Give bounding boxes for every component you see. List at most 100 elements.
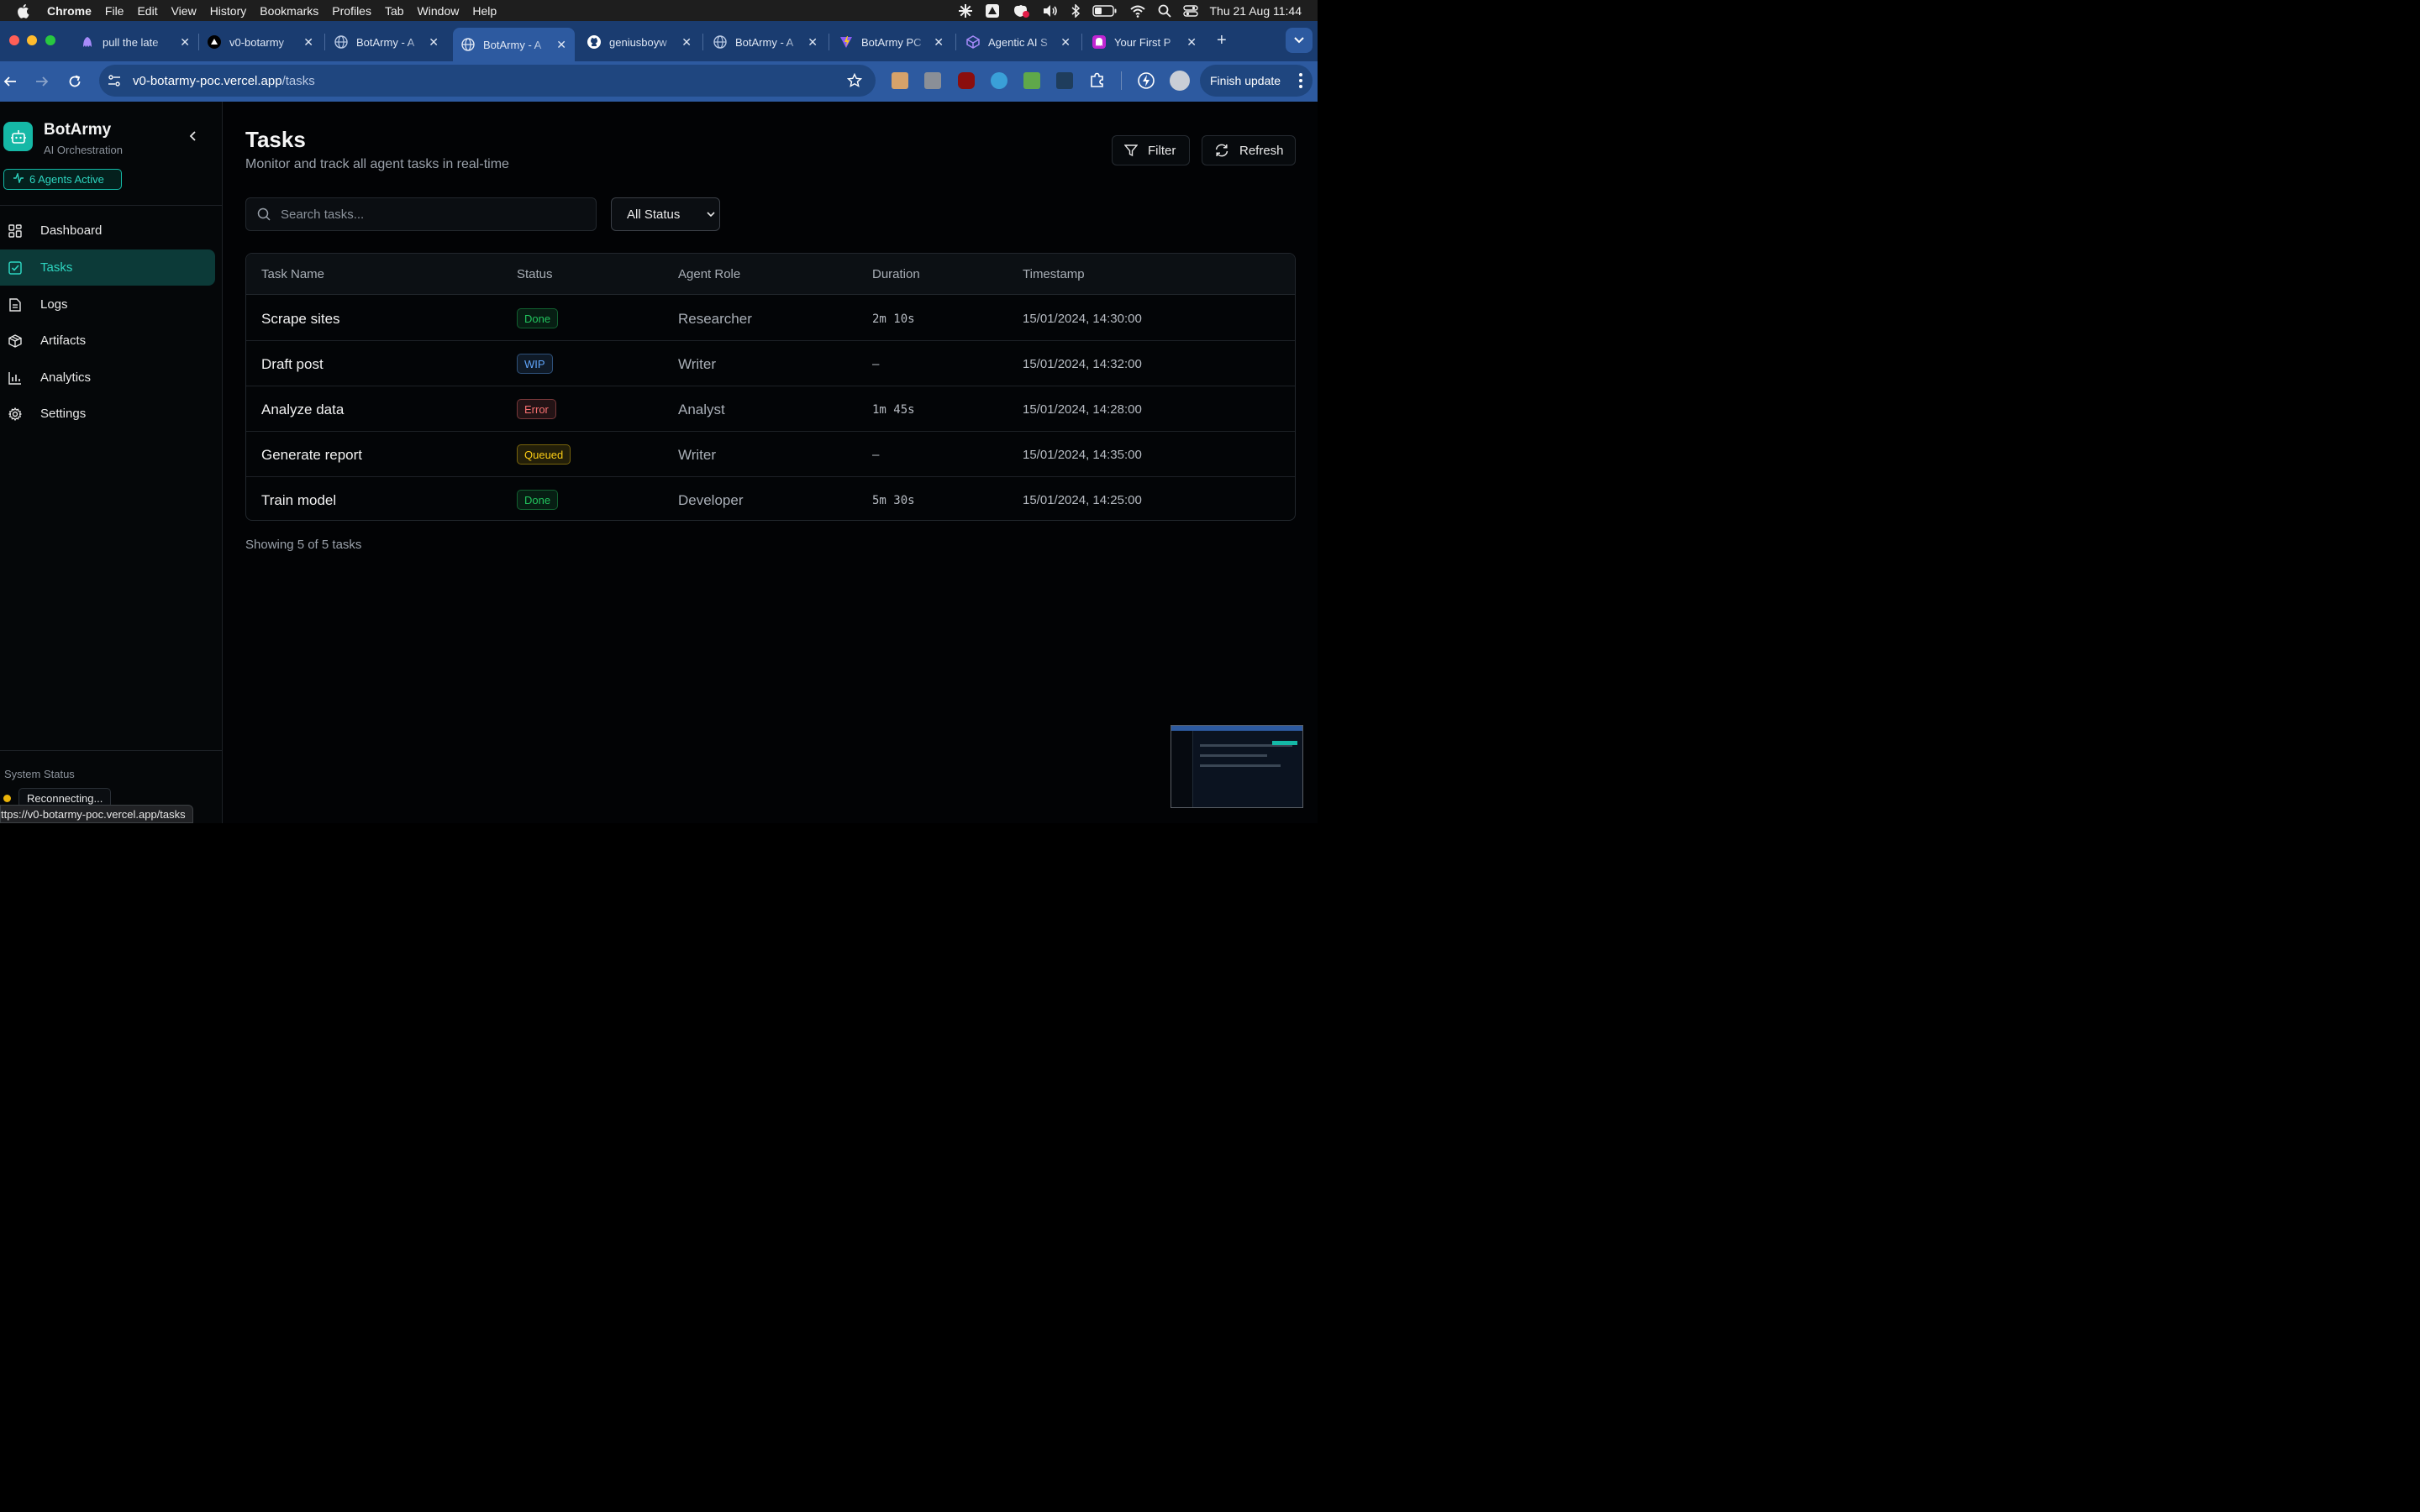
checkbox-icon — [8, 260, 23, 276]
tab-title: pull the late — [103, 35, 159, 49]
address-url[interactable]: v0-botarmy-poc.vercel.app/tasks — [133, 74, 315, 88]
table-row[interactable]: Analyze data Error Analyst 1m 45s 15/01/… — [246, 386, 1295, 432]
search-input[interactable] — [281, 207, 575, 222]
refresh-icon — [1214, 144, 1229, 157]
browser-tab-active[interactable]: BotArmy - A ✕ — [453, 28, 575, 61]
menu-help[interactable]: Help — [472, 4, 497, 18]
sidebar-item-dashboard[interactable]: Dashboard — [0, 213, 215, 249]
address-bar[interactable]: v0-botarmy-poc.vercel.app/tasks — [99, 65, 876, 97]
ghost-icon — [1092, 35, 1106, 49]
close-tab-icon[interactable]: ✕ — [429, 35, 439, 50]
menu-history[interactable]: History — [210, 4, 247, 18]
duration: 1m 45s — [872, 403, 915, 417]
extension-icon[interactable] — [924, 72, 941, 89]
back-arrow-icon[interactable] — [0, 71, 20, 92]
sidebar-item-analytics[interactable]: Analytics — [0, 360, 215, 396]
column-header-agent-role[interactable]: Agent Role — [678, 267, 740, 281]
refresh-button[interactable]: Refresh — [1202, 135, 1296, 165]
more-menu-icon[interactable] — [1299, 73, 1302, 91]
collapse-sidebar-icon[interactable] — [187, 129, 200, 147]
tab-separator — [198, 34, 199, 50]
browser-tab[interactable]: geniusboyw ✕ — [587, 28, 695, 56]
table-row[interactable]: Scrape sites Done Researcher 2m 10s 15/0… — [246, 296, 1295, 341]
menu-window[interactable]: Window — [418, 4, 460, 18]
browser-tab[interactable]: v0-botarmy ✕ — [208, 28, 317, 56]
browser-tab[interactable]: BotArmy - A ✕ — [334, 28, 442, 56]
ublock-icon[interactable] — [958, 72, 975, 89]
menu-tab[interactable]: Tab — [385, 4, 404, 18]
performance-icon[interactable] — [1137, 71, 1155, 94]
app-status-icon[interactable] — [1012, 3, 1030, 18]
close-tab-icon[interactable]: ✕ — [1186, 35, 1197, 50]
tab-search-icon[interactable] — [1286, 28, 1313, 53]
close-tab-icon[interactable]: ✕ — [681, 35, 692, 50]
sidebar-item-label: Tasks — [40, 260, 73, 275]
control-center-icon[interactable] — [1182, 4, 1198, 18]
menu-edit[interactable]: Edit — [137, 4, 157, 18]
menubar-clock[interactable]: Thu 21 Aug 11:44 — [1210, 4, 1302, 18]
spotlight-search-icon[interactable] — [1158, 4, 1171, 18]
extension-icon[interactable] — [892, 72, 908, 89]
extension-icon[interactable] — [1056, 72, 1073, 89]
search-box[interactable] — [245, 197, 597, 231]
close-tab-icon[interactable]: ✕ — [303, 35, 313, 50]
table-row[interactable]: Draft post WIP Writer – 15/01/2024, 14:3… — [246, 341, 1295, 386]
filter-button[interactable]: Filter — [1112, 135, 1190, 165]
table-row[interactable]: Train model Done Developer 5m 30s 15/01/… — [246, 477, 1295, 520]
close-tab-icon[interactable]: ✕ — [556, 38, 566, 52]
column-header-status[interactable]: Status — [517, 267, 553, 281]
tab-separator — [702, 34, 703, 50]
menu-file[interactable]: File — [105, 4, 124, 18]
close-tab-icon[interactable]: ✕ — [180, 35, 190, 50]
column-header-duration[interactable]: Duration — [872, 267, 920, 281]
column-header-timestamp[interactable]: Timestamp — [1023, 267, 1085, 281]
close-window-button[interactable] — [9, 35, 19, 45]
tab-separator — [1081, 34, 1082, 50]
apple-icon[interactable] — [16, 3, 34, 18]
wifi-icon[interactable] — [1129, 4, 1146, 18]
bluetooth-icon[interactable] — [1071, 3, 1081, 18]
sidebar-item-artifacts[interactable]: Artifacts — [0, 323, 215, 359]
asterisk-icon[interactable] — [958, 3, 973, 18]
thumbnail-line — [1200, 764, 1281, 767]
status-filter-value: All Status — [627, 207, 681, 222]
forward-arrow-icon[interactable] — [32, 71, 52, 92]
bookmark-star-icon[interactable] — [846, 72, 863, 92]
status-indicator-dot — [3, 795, 11, 802]
browser-tab[interactable]: BotArmy - A ✕ — [713, 28, 821, 56]
screen-recording-thumbnail[interactable] — [1171, 725, 1303, 808]
battery-icon[interactable] — [1092, 4, 1118, 17]
sidebar-item-settings[interactable]: Settings — [0, 396, 215, 432]
new-tab-icon[interactable]: + — [1217, 31, 1227, 50]
finish-update-button[interactable]: Finish update — [1200, 65, 1313, 97]
table-row[interactable]: Generate report Queued Writer – 15/01/20… — [246, 432, 1295, 477]
minimize-window-button[interactable] — [27, 35, 37, 45]
close-tab-icon[interactable]: ✕ — [1060, 35, 1071, 50]
close-tab-icon[interactable]: ✕ — [808, 35, 818, 50]
zoom-window-button[interactable] — [45, 35, 55, 45]
menu-profiles[interactable]: Profiles — [332, 4, 371, 18]
status-filter-select[interactable]: All Status — [611, 197, 720, 231]
close-tab-icon[interactable]: ✕ — [934, 35, 944, 50]
image-extension-icon[interactable] — [1023, 72, 1040, 89]
status-badge: Queued — [517, 444, 571, 465]
sidebar-item-tasks[interactable]: Tasks — [0, 249, 215, 286]
browser-tab[interactable]: Your First P ✕ — [1092, 28, 1200, 56]
browser-tab[interactable]: BotArmy PC ✕ — [839, 28, 947, 56]
sidebar-item-logs[interactable]: Logs — [0, 286, 215, 323]
sidebar-item-label: Dashboard — [40, 223, 103, 238]
browser-tab[interactable]: Agentic AI S ✕ — [966, 28, 1074, 56]
menu-view[interactable]: View — [171, 4, 197, 18]
extension-icon[interactable] — [991, 72, 1007, 89]
site-info-icon[interactable] — [108, 74, 121, 92]
browser-tab[interactable]: pull the late ✕ — [81, 28, 193, 56]
profile-avatar[interactable] — [1170, 71, 1190, 91]
puzzle-icon[interactable] — [1089, 71, 1106, 92]
drive-icon[interactable] — [985, 3, 1000, 18]
volume-icon[interactable] — [1042, 4, 1059, 18]
menu-bookmarks[interactable]: Bookmarks — [260, 4, 318, 18]
status-badge: Done — [517, 490, 559, 510]
column-header-task-name[interactable]: Task Name — [261, 267, 324, 281]
menu-app-name[interactable]: Chrome — [47, 4, 92, 18]
reload-icon[interactable] — [65, 71, 85, 92]
